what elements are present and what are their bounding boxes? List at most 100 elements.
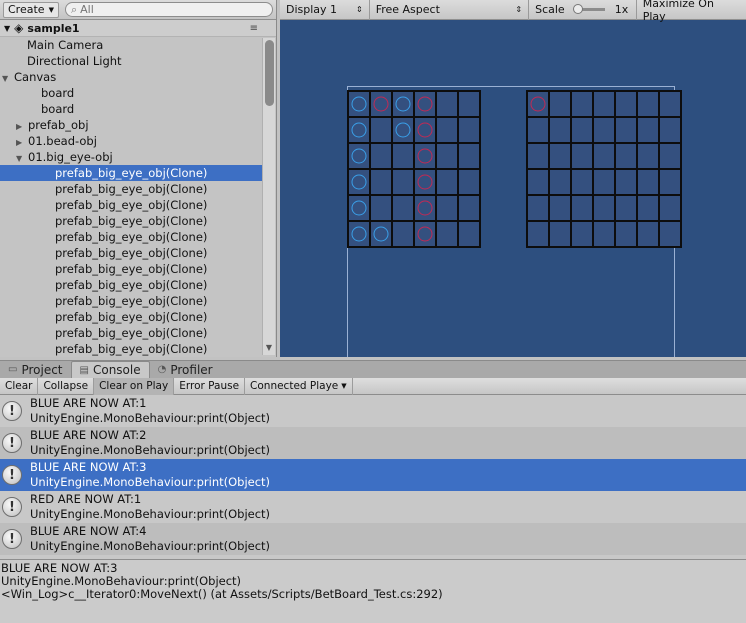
- board-cell: [459, 222, 479, 246]
- board-cell: [371, 170, 391, 194]
- hierarchy-item[interactable]: prefab_big_eye_obj(Clone): [0, 213, 262, 229]
- board-cell: [638, 170, 658, 194]
- board-cell: [550, 144, 570, 168]
- hierarchy-scrollbar[interactable]: ▼: [262, 38, 275, 355]
- tab-profiler[interactable]: ◔ Profiler: [150, 361, 221, 378]
- folder-icon: ▭: [8, 364, 18, 375]
- board-cell: [616, 144, 636, 168]
- scale-value: 1x: [614, 3, 629, 16]
- hierarchy-search[interactable]: ⌕: [64, 2, 273, 17]
- hierarchy-item[interactable]: board: [0, 85, 262, 101]
- board-cell: [638, 92, 658, 116]
- clear-button[interactable]: Clear: [0, 377, 39, 395]
- scale-control[interactable]: Scale 1x: [529, 0, 637, 20]
- board-cell: [594, 118, 614, 142]
- blue-bead-icon: [351, 174, 367, 190]
- hierarchy-item-label: prefab_big_eye_obj(Clone): [55, 294, 208, 308]
- log-source: UnityEngine.MonoBehaviour:print(Object): [30, 475, 271, 489]
- board-cell: [528, 144, 548, 168]
- fold-arrow-icon[interactable]: ▼: [4, 24, 10, 33]
- board-cell: [459, 144, 479, 168]
- board-cell: [660, 222, 680, 246]
- hierarchy-item-label: prefab_obj: [28, 118, 89, 132]
- board-cell: [393, 196, 413, 220]
- board-cell: [415, 118, 435, 142]
- clear-on-play-toggle[interactable]: Clear on Play: [94, 377, 175, 395]
- blue-bead-icon: [351, 122, 367, 138]
- scene-header[interactable]: ▼ ◈ sample1 ≡: [0, 20, 276, 37]
- collapse-button[interactable]: Collapse: [38, 377, 95, 395]
- display-select[interactable]: Display 1 ⇕: [280, 0, 370, 20]
- tab-project[interactable]: ▭ Project: [0, 361, 71, 378]
- hierarchy-item[interactable]: ▶ 01.bead-obj: [0, 133, 262, 149]
- hierarchy-item[interactable]: prefab_big_eye_obj(Clone): [0, 229, 262, 245]
- scrollbar-thumb[interactable]: [265, 40, 274, 106]
- dropdown-arrow-icon: ⇕: [355, 5, 363, 14]
- blue-bead-icon: [373, 226, 389, 242]
- aspect-label: Free Aspect: [375, 3, 440, 16]
- board-cell: [437, 196, 457, 220]
- hierarchy-item[interactable]: prefab_big_eye_obj(Clone): [0, 293, 262, 309]
- board-cell: [572, 92, 592, 116]
- hierarchy-item[interactable]: prefab_big_eye_obj(Clone): [0, 165, 262, 181]
- search-input[interactable]: [80, 3, 272, 16]
- board-cell: [437, 170, 457, 194]
- console-detail-pane[interactable]: BLUE ARE NOW AT:3 UnityEngine.MonoBehavi…: [0, 559, 746, 623]
- board-cell: [459, 92, 479, 116]
- clear-label: Clear: [5, 380, 33, 392]
- scale-slider[interactable]: [572, 4, 605, 14]
- tab-console[interactable]: ▤ Console: [70, 361, 150, 378]
- board-cell: [415, 170, 435, 194]
- hierarchy-item-label: 01.big_eye-obj: [28, 150, 113, 164]
- red-bead-icon: [417, 200, 433, 216]
- hierarchy-item[interactable]: prefab_big_eye_obj(Clone): [0, 341, 262, 357]
- hierarchy-item[interactable]: prefab_big_eye_obj(Clone): [0, 309, 262, 325]
- board-cell: [616, 170, 636, 194]
- clear-on-play-label: Clear on Play: [99, 380, 169, 392]
- red-bead-icon: [417, 148, 433, 164]
- dropdown-arrow-icon: ▼: [341, 382, 347, 390]
- board-cell: [594, 92, 614, 116]
- log-entry[interactable]: ! BLUE ARE NOW AT:4 UnityEngine.MonoBeha…: [0, 523, 746, 555]
- board-cell: [594, 222, 614, 246]
- hierarchy-item[interactable]: prefab_big_eye_obj(Clone): [0, 181, 262, 197]
- hierarchy-item[interactable]: ▼ Canvas: [0, 69, 262, 85]
- create-button[interactable]: Create ▼: [3, 1, 59, 18]
- board-cell: [371, 144, 391, 168]
- hierarchy-item[interactable]: prefab_big_eye_obj(Clone): [0, 245, 262, 261]
- log-entry[interactable]: ! BLUE ARE NOW AT:2 UnityEngine.MonoBeha…: [0, 427, 746, 459]
- hierarchy-item-label: prefab_big_eye_obj(Clone): [55, 182, 208, 196]
- board-cell: [437, 144, 457, 168]
- hierarchy-item[interactable]: ▶ prefab_obj: [0, 117, 262, 133]
- log-text: RED ARE NOW AT:1 UnityEngine.MonoBehavio…: [30, 492, 270, 522]
- slider-knob[interactable]: [572, 4, 583, 14]
- hierarchy-item[interactable]: board: [0, 101, 262, 117]
- board-cell: [572, 222, 592, 246]
- board-cell: [550, 118, 570, 142]
- log-message: BLUE ARE NOW AT:3: [30, 460, 147, 474]
- hierarchy-item[interactable]: ▼ 01.big_eye-obj: [0, 149, 262, 165]
- board-cell: [371, 92, 391, 116]
- log-entry[interactable]: ! BLUE ARE NOW AT:1 UnityEngine.MonoBeha…: [0, 395, 746, 427]
- hierarchy-item[interactable]: Directional Light: [0, 53, 262, 69]
- connected-player-label: Connected Playe: [250, 380, 339, 392]
- error-pause-toggle[interactable]: Error Pause: [174, 377, 246, 395]
- red-bead-icon: [373, 96, 389, 112]
- scroll-down-icon[interactable]: ▼: [263, 343, 275, 355]
- hierarchy-item[interactable]: prefab_big_eye_obj(Clone): [0, 261, 262, 277]
- hierarchy-item[interactable]: prefab_big_eye_obj(Clone): [0, 325, 262, 341]
- board-cell: [393, 170, 413, 194]
- log-entry[interactable]: ! RED ARE NOW AT:1 UnityEngine.MonoBehav…: [0, 491, 746, 523]
- red-bead-icon: [530, 96, 546, 112]
- aspect-select[interactable]: Free Aspect ⇕: [370, 0, 530, 20]
- hierarchy-item[interactable]: prefab_big_eye_obj(Clone): [0, 197, 262, 213]
- board-cell: [572, 170, 592, 194]
- maximize-on-play-toggle[interactable]: Maximize On Play: [637, 0, 746, 23]
- hierarchy-item[interactable]: prefab_big_eye_obj(Clone): [0, 277, 262, 293]
- board-cell: [638, 118, 658, 142]
- connected-player-dropdown[interactable]: Connected Playe ▼: [245, 377, 353, 395]
- scene-menu-icon[interactable]: ≡: [250, 23, 258, 34]
- hierarchy-item[interactable]: Main Camera: [0, 37, 262, 53]
- log-entry-selected[interactable]: ! BLUE ARE NOW AT:3 UnityEngine.MonoBeha…: [0, 459, 746, 491]
- game-toolbar: Display 1 ⇕ Free Aspect ⇕ Scale 1x Maxim…: [280, 0, 746, 23]
